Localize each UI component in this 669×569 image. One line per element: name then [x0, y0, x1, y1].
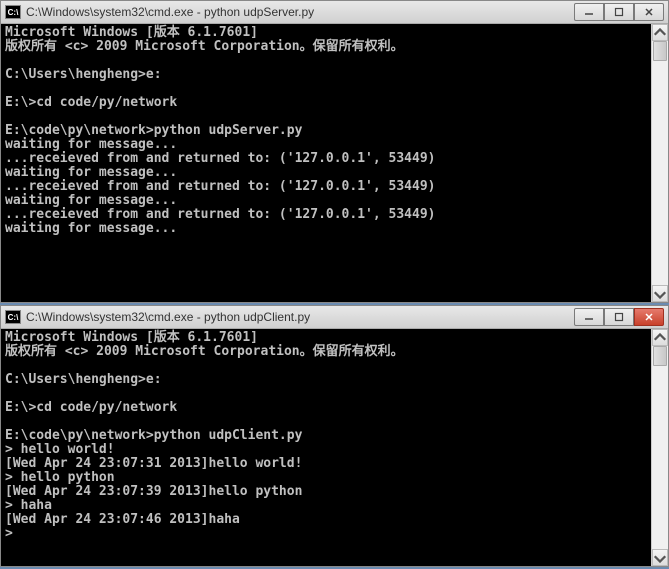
chevron-down-icon	[653, 287, 667, 301]
scroll-track[interactable]	[652, 346, 668, 549]
window-title: C:\Windows\system32\cmd.exe - python udp…	[26, 310, 574, 324]
maximize-icon	[614, 7, 624, 17]
minimize-button[interactable]	[574, 308, 604, 326]
server-window: C:\ C:\Windows\system32\cmd.exe - python…	[0, 0, 669, 303]
scroll-up-button[interactable]	[652, 329, 668, 346]
chevron-down-icon	[653, 551, 667, 565]
window-title: C:\Windows\system32\cmd.exe - python udp…	[26, 5, 574, 19]
minimize-icon	[584, 7, 594, 17]
console-output-client[interactable]: Microsoft Windows [版本 6.1.7601] 版权所有 <c>…	[1, 329, 668, 543]
minimize-icon	[584, 312, 594, 322]
client-window: C:\ C:\Windows\system32\cmd.exe - python…	[0, 305, 669, 567]
close-icon	[644, 312, 654, 322]
titlebar-client[interactable]: C:\ C:\Windows\system32\cmd.exe - python…	[1, 306, 668, 329]
scrollbar[interactable]	[651, 329, 668, 566]
window-controls	[574, 308, 664, 326]
scroll-down-button[interactable]	[652, 285, 668, 302]
console-output-server[interactable]: Microsoft Windows [版本 6.1.7601] 版权所有 <c>…	[1, 24, 668, 238]
chevron-up-icon	[653, 26, 667, 40]
maximize-button[interactable]	[604, 308, 634, 326]
minimize-button[interactable]	[574, 3, 604, 21]
close-button[interactable]	[634, 308, 664, 326]
close-button[interactable]	[634, 3, 664, 21]
chevron-up-icon	[653, 331, 667, 345]
scrollbar[interactable]	[651, 24, 668, 302]
window-controls	[574, 3, 664, 21]
cmd-icon: C:\	[5, 310, 21, 324]
titlebar-server[interactable]: C:\ C:\Windows\system32\cmd.exe - python…	[1, 1, 668, 24]
scroll-up-button[interactable]	[652, 24, 668, 41]
maximize-button[interactable]	[604, 3, 634, 21]
scroll-thumb[interactable]	[653, 346, 667, 366]
cmd-icon: C:\	[5, 5, 21, 19]
scroll-down-button[interactable]	[652, 549, 668, 566]
scroll-thumb[interactable]	[653, 41, 667, 61]
scroll-track[interactable]	[652, 41, 668, 285]
maximize-icon	[614, 312, 624, 322]
close-icon	[644, 7, 654, 17]
